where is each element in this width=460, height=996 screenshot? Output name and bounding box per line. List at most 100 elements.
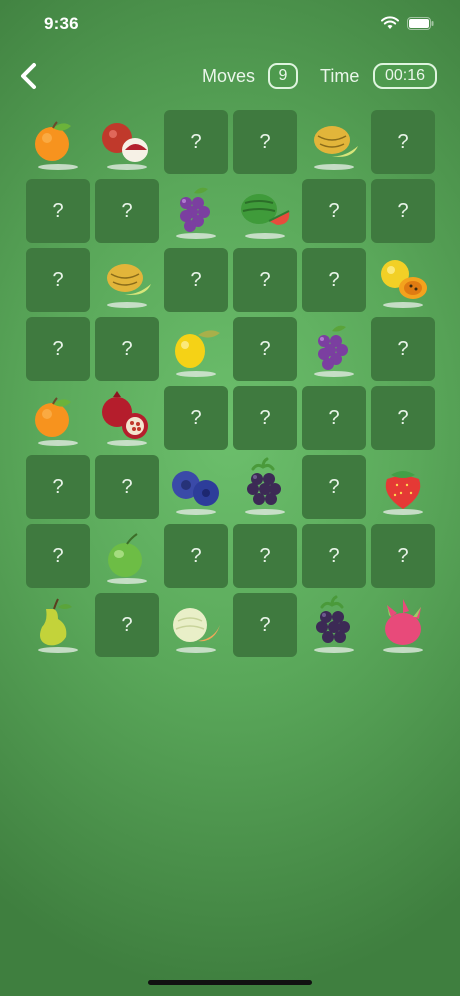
question-mark: ? xyxy=(52,476,64,498)
hidden-tile[interactable]: ? xyxy=(371,317,435,381)
game-header: Moves 9 Time 00:16 xyxy=(0,56,460,96)
fruit-tile-lychee[interactable] xyxy=(95,110,159,174)
hidden-tile[interactable]: ? xyxy=(95,593,159,657)
hidden-tile[interactable]: ? xyxy=(233,317,297,381)
battery-icon xyxy=(407,16,434,30)
question-mark: ? xyxy=(190,131,202,153)
question-mark: ? xyxy=(190,545,202,567)
hidden-tile[interactable]: ? xyxy=(371,179,435,243)
question-mark: ? xyxy=(328,407,340,429)
question-mark: ? xyxy=(397,338,409,360)
fruit-tile-strawberry[interactable] xyxy=(371,455,435,519)
hidden-tile[interactable]: ? xyxy=(95,317,159,381)
fruit-tile-grapes[interactable] xyxy=(302,317,366,381)
fruit-tile-pomegranate[interactable] xyxy=(95,386,159,450)
grapes-icon xyxy=(176,187,216,239)
hidden-tile[interactable]: ? xyxy=(302,248,366,312)
question-mark: ? xyxy=(259,545,271,567)
hidden-tile[interactable]: ? xyxy=(302,386,366,450)
fruit-tile-guava[interactable] xyxy=(95,524,159,588)
hidden-tile[interactable]: ? xyxy=(26,179,90,243)
hidden-tile[interactable]: ? xyxy=(26,455,90,519)
question-mark: ? xyxy=(328,269,340,291)
blueberry-icon xyxy=(172,471,219,515)
time-label: Time xyxy=(320,66,360,86)
fruit-tile-blackberry[interactable] xyxy=(233,455,297,519)
home-indicator xyxy=(148,980,312,985)
fruit-tile-grapes[interactable] xyxy=(164,179,228,243)
fruit-tile-blackberry[interactable] xyxy=(302,593,366,657)
fruit-tile-watermelon[interactable] xyxy=(233,179,297,243)
hidden-tile[interactable]: ? xyxy=(302,179,366,243)
fruit-tile-pear[interactable] xyxy=(26,593,90,657)
status-time: 9:36 xyxy=(44,14,79,33)
hidden-tile[interactable]: ? xyxy=(233,593,297,657)
hidden-tile[interactable]: ? xyxy=(164,248,228,312)
hidden-tile[interactable]: ? xyxy=(233,248,297,312)
question-mark: ? xyxy=(190,269,202,291)
hidden-tile[interactable]: ? xyxy=(164,524,228,588)
wifi-icon xyxy=(381,16,399,30)
question-mark: ? xyxy=(259,614,271,636)
question-mark: ? xyxy=(190,407,202,429)
question-mark: ? xyxy=(121,338,133,360)
question-mark: ? xyxy=(259,269,271,291)
hidden-tile[interactable]: ? xyxy=(164,110,228,174)
hidden-tile[interactable]: ? xyxy=(95,179,159,243)
timer: 00:16 xyxy=(373,63,437,89)
question-mark: ? xyxy=(52,200,64,222)
lychee-icon xyxy=(102,123,148,170)
pear-icon xyxy=(38,598,78,653)
question-mark: ? xyxy=(397,545,409,567)
question-mark: ? xyxy=(121,614,133,636)
question-mark: ? xyxy=(397,407,409,429)
back-button[interactable] xyxy=(14,60,44,92)
hidden-tile[interactable]: ? xyxy=(233,524,297,588)
hidden-tile[interactable]: ? xyxy=(371,524,435,588)
hidden-tile[interactable]: ? xyxy=(26,317,90,381)
question-mark: ? xyxy=(328,200,340,222)
hidden-tile[interactable]: ? xyxy=(164,386,228,450)
hidden-tile[interactable]: ? xyxy=(302,455,366,519)
question-mark: ? xyxy=(397,131,409,153)
question-mark: ? xyxy=(259,338,271,360)
strawberry-icon xyxy=(383,471,423,515)
hidden-tile[interactable]: ? xyxy=(26,524,90,588)
question-mark: ? xyxy=(259,407,271,429)
hidden-tile[interactable]: ? xyxy=(26,248,90,312)
blackberry-icon xyxy=(245,457,285,515)
fruit-tile-melon[interactable] xyxy=(95,248,159,312)
hidden-tile[interactable]: ? xyxy=(233,110,297,174)
fruit-tile-passion-fruit[interactable] xyxy=(371,248,435,312)
fruit-tile-dragon-fruit[interactable] xyxy=(371,593,435,657)
game-board: ????????????????????????????? xyxy=(26,110,436,658)
grapes-icon xyxy=(314,325,354,377)
question-mark: ? xyxy=(52,545,64,567)
lemon-icon xyxy=(175,330,220,377)
orange-icon xyxy=(35,397,78,446)
hidden-tile[interactable]: ? xyxy=(95,455,159,519)
melon-icon xyxy=(314,126,358,170)
moves-label: Moves xyxy=(202,66,256,86)
chevron-left-icon xyxy=(21,63,36,89)
fruit-tile-blueberry[interactable] xyxy=(164,455,228,519)
hidden-tile[interactable]: ? xyxy=(302,524,366,588)
orange-icon xyxy=(35,121,78,170)
question-mark: ? xyxy=(397,200,409,222)
hidden-tile[interactable]: ? xyxy=(371,110,435,174)
status-bar: 9:36 xyxy=(0,0,460,48)
fruit-tile-orange[interactable] xyxy=(26,110,90,174)
fruit-tile-orange[interactable] xyxy=(26,386,90,450)
fruit-tile-melon[interactable] xyxy=(302,110,366,174)
pomegranate-icon xyxy=(102,391,148,446)
hidden-tile[interactable]: ? xyxy=(233,386,297,450)
hidden-tile[interactable]: ? xyxy=(371,386,435,450)
blackberry-icon xyxy=(314,595,354,653)
watermelon-icon xyxy=(241,194,290,239)
fruit-tile-cantaloupe[interactable] xyxy=(164,593,228,657)
fruit-tile-lemon[interactable] xyxy=(164,317,228,381)
passion-fruit-icon xyxy=(381,260,427,308)
question-mark: ? xyxy=(328,545,340,567)
question-mark: ? xyxy=(52,269,64,291)
question-mark: ? xyxy=(259,131,271,153)
